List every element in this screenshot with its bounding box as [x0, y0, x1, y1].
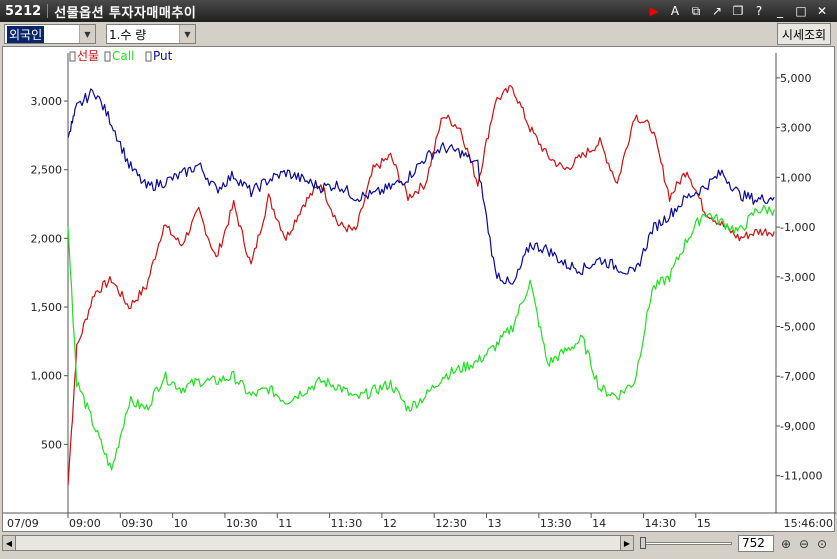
x-tick-label: 12	[383, 517, 397, 530]
chart-panel: 500 1,000 1,500 2,000 2,500 3,000 -11,000 -9,00…	[2, 46, 836, 532]
close-icon[interactable]: ✕	[813, 3, 831, 19]
chevron-down-icon[interactable]: ▼	[79, 25, 95, 43]
legend-swatch	[69, 51, 76, 62]
zoom-reset-icon[interactable]: ⊙	[814, 535, 830, 552]
metric-select[interactable]: 1.수 량 ▼	[106, 24, 196, 44]
chart-svg: 500 1,000 1,500 2,000 2,500 3,000 -11,000 -9,00…	[3, 49, 836, 530]
zoom-in-icon[interactable]: ⊕	[778, 535, 794, 552]
title-controls: ▶ A ⧉ ↗ ❐ ? _ □ ✕	[645, 3, 831, 19]
investor-select[interactable]: 외국인 ▼	[4, 24, 96, 44]
x-tick-label: 10	[174, 517, 188, 530]
right-tick-label: -9,000	[780, 420, 815, 433]
right-tick-label: -7,000	[780, 370, 815, 383]
left-tick-label: 1,000	[31, 370, 63, 383]
right-tick-label: -1,000	[780, 221, 815, 234]
right-tick-label: 1,000	[780, 171, 812, 184]
x-tick-label: 11:30	[331, 517, 363, 530]
x-tick-label: 09:30	[121, 517, 153, 530]
zoom-out-icon[interactable]: ⊖	[796, 535, 812, 552]
right-tick-label: 3,000	[780, 122, 812, 135]
series-line-put	[67, 88, 775, 285]
investor-select-value: 외국인	[7, 25, 45, 43]
left-tick-label: 500	[41, 438, 62, 451]
right-tick-label: 5,000	[780, 72, 812, 85]
title-bar: 5212 선물옵션 투자자매매추이 ▶ A ⧉ ↗ ❐ ? _ □ ✕	[0, 0, 837, 22]
link-icon[interactable]: ↗	[708, 3, 726, 19]
query-button[interactable]: 시세조회	[777, 23, 831, 45]
left-tick-label: 2,500	[31, 164, 63, 177]
left-tick-label: 1,500	[31, 301, 63, 314]
title-divider	[47, 4, 49, 18]
x-tick-label: 09:00	[69, 517, 101, 530]
x-tick-label: 14	[592, 517, 606, 530]
legend-label: 선물	[77, 49, 99, 63]
zoom-slider-rail	[642, 542, 732, 545]
font-icon[interactable]: A	[666, 3, 684, 19]
left-tick-label: 3,000	[31, 95, 63, 108]
status-bar: ◀ ▶ 752 ⊕ ⊖ ⊙	[0, 533, 837, 559]
horizontal-scrollbar[interactable]	[16, 535, 620, 551]
maximize-icon[interactable]: □	[792, 3, 810, 19]
left-tick-label: 2,000	[31, 232, 63, 245]
zoom-input[interactable]: 752	[738, 535, 774, 552]
right-tick-label: -3,000	[780, 271, 815, 284]
app-window: 5212 선물옵션 투자자매매추이 ▶ A ⧉ ↗ ❐ ? _ □ ✕ 외국인 …	[0, 0, 837, 559]
x-tick-label: 12:30	[435, 517, 467, 530]
zoom-slider[interactable]	[640, 536, 734, 550]
window-icon[interactable]: ❐	[729, 3, 747, 19]
help-icon[interactable]: ?	[750, 3, 768, 19]
legend-label: Put	[153, 49, 173, 63]
legend-swatch	[104, 51, 111, 62]
minimize-icon[interactable]: _	[771, 3, 789, 19]
chevron-down-icon[interactable]: ▼	[179, 25, 195, 43]
window-title: 선물옵션 투자자매매추이	[54, 5, 197, 21]
x-tick-label: 14:30	[644, 517, 676, 530]
metric-select-value: 1.수 량	[109, 27, 147, 42]
x-tick-label: 11	[278, 517, 292, 530]
legend-label: Call	[112, 49, 134, 63]
zoom-slider-thumb[interactable]	[640, 537, 646, 549]
x-tick-label: 07/09	[7, 517, 39, 530]
right-tick-label: -11,000	[780, 470, 822, 483]
export-icon[interactable]: ⧉	[687, 3, 705, 19]
x-tick-label: 10:30	[226, 517, 258, 530]
play-icon[interactable]: ▶	[645, 3, 663, 19]
x-tick-label: 13	[488, 517, 502, 530]
scroll-left-button[interactable]: ◀	[2, 535, 16, 551]
right-tick-label: -5,000	[780, 321, 815, 334]
x-tick-label: 15:46:00	[784, 517, 833, 530]
legend-swatch	[145, 51, 152, 62]
x-tick-label: 13:30	[540, 517, 572, 530]
toolbar: 외국인 ▼ 1.수 량 ▼ 시세조회	[0, 22, 837, 46]
series-line-선물	[67, 85, 775, 486]
screen-code: 5212	[5, 3, 42, 19]
x-tick-label: 15	[697, 517, 711, 530]
series-line-call	[67, 204, 775, 471]
scroll-right-button[interactable]: ▶	[620, 535, 634, 551]
